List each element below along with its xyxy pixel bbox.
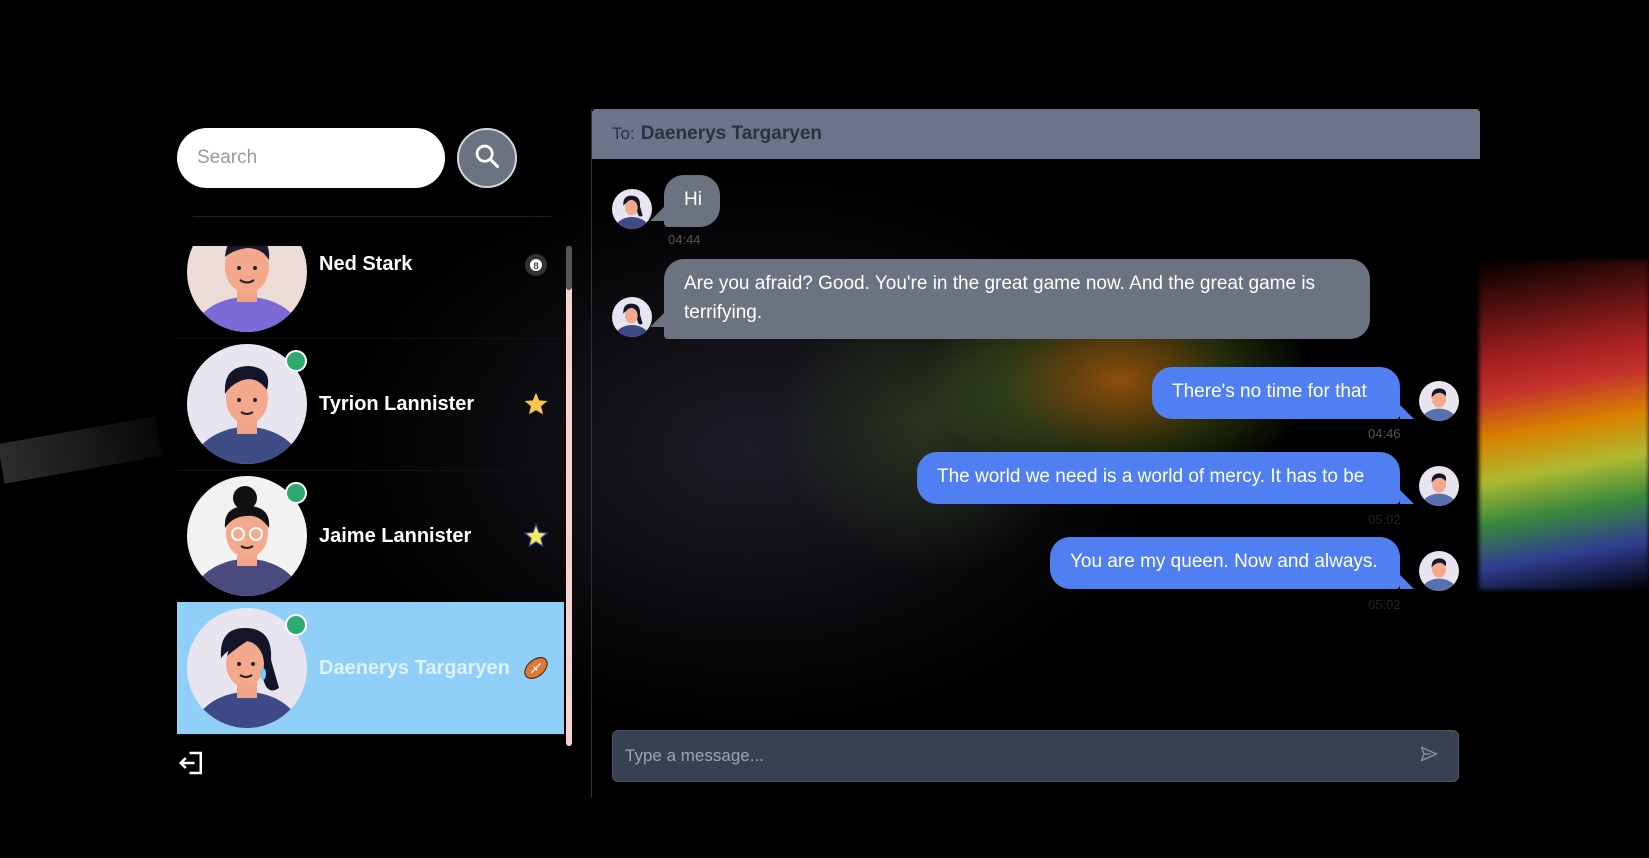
contact-list-scrollbar[interactable] xyxy=(566,246,572,746)
star-icon xyxy=(522,390,550,418)
online-indicator xyxy=(285,482,307,504)
message-time: 04:46 xyxy=(1368,426,1401,441)
bubble-tail xyxy=(1400,490,1414,504)
recipient-name: Daenerys Targaryen xyxy=(640,123,822,144)
sidebar-divider xyxy=(193,216,553,217)
search-row xyxy=(177,128,517,188)
contact-item-daenerys-targaryen[interactable]: Daenerys Targaryen xyxy=(177,602,564,735)
bubble-tail xyxy=(650,207,664,221)
sparkle-star-icon xyxy=(522,522,550,550)
contact-list: Ned Stark 8 Tyrion Lannister Jaime Lanni… xyxy=(177,246,565,736)
message-bubble-outgoing: The world we need is a world of mercy. I… xyxy=(917,452,1400,504)
background-rainbow-stripes xyxy=(1479,260,1649,590)
contact-name: Jaime Lannister xyxy=(319,524,472,547)
online-indicator xyxy=(285,614,307,636)
message-time: 04:44 xyxy=(668,232,701,247)
logout-icon xyxy=(177,751,207,782)
contact-name: Ned Stark xyxy=(319,252,413,275)
message-bubble-incoming: Hi xyxy=(664,175,720,227)
message-avatar xyxy=(612,297,652,337)
message-bubble-outgoing: There's no time for that xyxy=(1152,367,1400,419)
football-icon xyxy=(522,654,550,682)
to-label: To: xyxy=(612,124,635,143)
chat-panel: To: Daenerys Targaryen Hi 04:44 Are you … xyxy=(591,109,1480,798)
contact-avatar-wrap xyxy=(187,246,307,332)
contact-avatar-wrap xyxy=(187,608,307,728)
eight-ball-icon: 8 xyxy=(522,251,550,279)
contact-avatar-wrap xyxy=(187,344,307,464)
contact-item-tyrion-lannister[interactable]: Tyrion Lannister xyxy=(177,338,564,471)
contact-name: Tyrion Lannister xyxy=(319,392,475,415)
message-avatar xyxy=(1419,381,1459,421)
scrollbar-thumb[interactable] xyxy=(566,246,572,290)
message-bubble-outgoing: You are my queen. Now and always. xyxy=(1050,537,1400,589)
message-bubble-incoming: Are you afraid? Good. You're in the grea… xyxy=(664,259,1370,339)
message-avatar xyxy=(1419,466,1459,506)
message-avatar xyxy=(612,189,652,229)
send-button[interactable] xyxy=(1414,741,1444,771)
logout-button[interactable] xyxy=(177,748,207,778)
online-indicator xyxy=(285,350,307,372)
message-input[interactable] xyxy=(613,745,1414,767)
message-time: 05:02 xyxy=(1368,512,1401,527)
search-icon xyxy=(473,142,501,175)
bubble-tail xyxy=(1400,575,1414,589)
message-time: 05:02 xyxy=(1368,597,1401,612)
bubble-tail xyxy=(650,313,664,327)
avatar xyxy=(187,246,307,332)
message-avatar xyxy=(1419,551,1459,591)
search-input[interactable] xyxy=(177,128,445,188)
chat-header: To: Daenerys Targaryen xyxy=(592,109,1480,159)
contact-item-ned-stark[interactable]: Ned Stark 8 xyxy=(177,246,564,339)
contact-item-jaime-lannister[interactable]: Jaime Lannister xyxy=(177,470,564,603)
contact-avatar-wrap xyxy=(187,476,307,596)
bubble-tail xyxy=(1400,405,1414,419)
search-button[interactable] xyxy=(457,128,517,188)
message-composer xyxy=(612,730,1459,782)
background-streak xyxy=(0,416,163,484)
send-icon xyxy=(1419,744,1439,769)
sidebar: Ned Stark 8 Tyr xyxy=(177,118,577,775)
svg-text:8: 8 xyxy=(533,262,539,272)
contact-name: Daenerys Targaryen xyxy=(319,656,510,679)
